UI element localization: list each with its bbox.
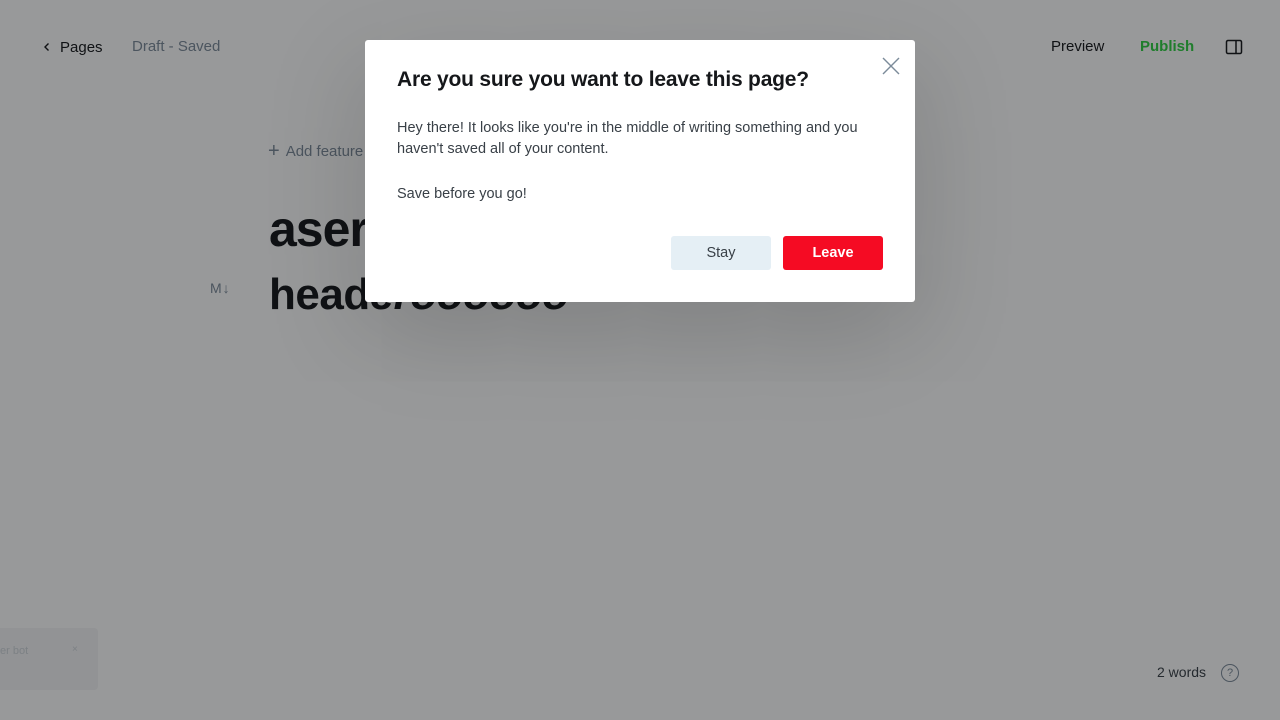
dialog-title: Are you sure you want to leave this page… (397, 68, 809, 91)
close-icon[interactable] (881, 56, 901, 76)
dialog-body: Hey there! It looks like you're in the m… (397, 118, 887, 205)
dialog-message: Hey there! It looks like you're in the m… (397, 120, 858, 157)
leave-page-dialog: Are you sure you want to leave this page… (365, 40, 915, 302)
leave-button[interactable]: Leave (783, 236, 883, 270)
stay-button[interactable]: Stay (671, 236, 771, 270)
dialog-reminder: Save before you go! (397, 186, 527, 202)
